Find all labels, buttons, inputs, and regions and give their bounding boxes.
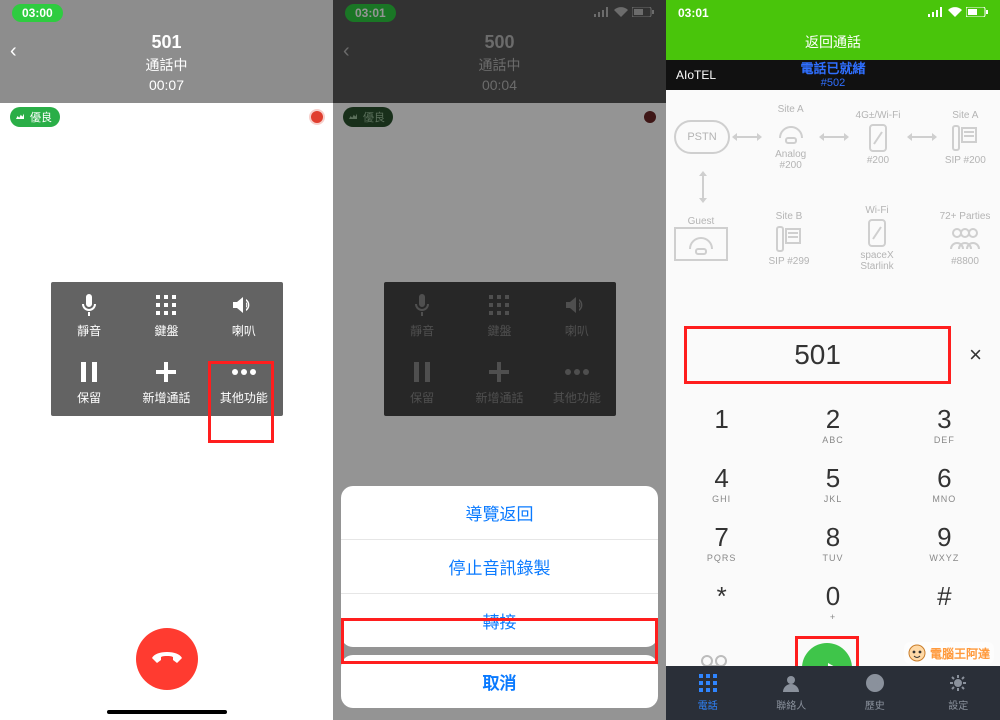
phone-icon xyxy=(764,115,817,149)
call-number: 501 xyxy=(0,32,333,53)
highlight-more xyxy=(208,361,274,443)
key-1[interactable]: 1 xyxy=(666,394,777,453)
record-indicator-icon xyxy=(311,111,323,123)
quality-row: 優良 xyxy=(0,103,333,131)
home-indicator xyxy=(107,710,227,714)
key-6[interactable]: 6MNO xyxy=(889,453,1000,512)
mobile-icon xyxy=(850,216,904,250)
group-icon xyxy=(938,222,992,256)
back-icon[interactable]: ‹ xyxy=(10,40,17,63)
dial-input[interactable]: 501 xyxy=(684,326,951,384)
arrow-icon xyxy=(736,136,758,138)
speaker-label: 喇叭 xyxy=(205,322,282,339)
desk-phone-icon xyxy=(762,222,816,256)
signal-icon xyxy=(928,6,944,20)
history-icon xyxy=(866,674,884,695)
call-duration: 00:07 xyxy=(0,77,333,93)
mute-button[interactable]: 靜音 xyxy=(51,282,128,349)
keypad-button[interactable]: 鍵盤 xyxy=(128,282,205,349)
tab-history[interactable]: 歷史 xyxy=(833,666,917,720)
screen-in-call-1: 03:00 ‹ 501 通話中 00:07 優良 靜音 鍵盤 喇叭 保留 新增通… xyxy=(0,0,333,720)
tab-phone[interactable]: 電話 xyxy=(666,666,750,720)
key-8[interactable]: 8TUV xyxy=(777,512,888,571)
key-9[interactable]: 9WXYZ xyxy=(889,512,1000,571)
call-header: ‹ 501 通話中 00:07 xyxy=(0,26,333,103)
tab-settings[interactable]: 設定 xyxy=(917,666,1000,720)
tab-bar: 電話 聯絡人 歷史 設定 xyxy=(666,666,1000,720)
starlink-node: Wi-FispaceX Starlink xyxy=(850,203,904,272)
screen-dialer: 03:01 返回通話 AIoTEL 電話已就緒 #502 PSTN Site A… xyxy=(666,0,1000,720)
plus-icon xyxy=(128,359,205,385)
status-bar: 03:01 xyxy=(666,0,1000,26)
mute-label: 靜音 xyxy=(51,322,128,339)
wifi-icon xyxy=(948,6,962,20)
mobile-icon xyxy=(851,121,904,155)
clear-button[interactable]: × xyxy=(969,342,982,368)
highlight-transfer xyxy=(341,618,658,664)
pstn-icon: PSTN xyxy=(674,120,730,154)
watermark: 電腦王阿達 xyxy=(904,642,994,664)
add-call-label: 新增通話 xyxy=(128,389,205,406)
mic-icon xyxy=(51,292,128,318)
sheet-nav-back[interactable]: 導覽返回 xyxy=(341,486,658,539)
arrow-icon xyxy=(911,136,933,138)
ready-ext: #502 xyxy=(800,77,865,90)
analog-node: Site AAnalog #200 xyxy=(764,102,817,171)
hold-label: 保留 xyxy=(51,389,128,406)
dial-input-row: 501 × xyxy=(684,326,982,384)
add-call-button[interactable]: 新增通話 xyxy=(128,349,205,416)
status-time: 03:00 xyxy=(12,4,63,22)
key-7[interactable]: 7PQRS xyxy=(666,512,777,571)
tab-contacts[interactable]: 聯絡人 xyxy=(750,666,834,720)
status-icons xyxy=(928,6,988,20)
status-time: 03:01 xyxy=(678,6,709,20)
wifi-node: 4G±/Wi-Fi#200 xyxy=(851,108,904,166)
pause-icon xyxy=(51,359,128,385)
keypad-icon xyxy=(699,674,717,695)
keypad-icon xyxy=(128,292,205,318)
action-sheet: 導覽返回 停止音訊錄製 轉接 取消 xyxy=(341,486,658,708)
hold-button[interactable]: 保留 xyxy=(51,349,128,416)
return-call-bar[interactable]: 返回通話 xyxy=(666,26,1000,60)
hangup-icon xyxy=(152,652,182,666)
key-2[interactable]: 2ABC xyxy=(777,394,888,453)
speaker-icon xyxy=(205,292,282,318)
pstn-node: PSTN xyxy=(674,120,730,154)
quality-badge: 優良 xyxy=(10,107,60,127)
key-5[interactable]: 5JKL xyxy=(777,453,888,512)
desk-phone-icon xyxy=(939,121,992,155)
brand-bar: AIoTEL 電話已就緒 #502 xyxy=(666,60,1000,90)
network-diagram: PSTN Site AAnalog #200 4G±/Wi-Fi#200 Sit… xyxy=(666,90,1000,320)
brand-logo: AIoTEL xyxy=(676,68,716,82)
battery-icon xyxy=(966,6,988,20)
key-0[interactable]: 0+ xyxy=(777,571,888,630)
key-star[interactable]: * xyxy=(666,571,777,630)
screen-action-sheet: 03:01 ‹ 500 通話中 00:04 優良 靜音 鍵盤 喇叭 保留 新增通… xyxy=(333,0,666,720)
guest-node: Guest xyxy=(674,214,728,261)
status-bar: 03:00 xyxy=(0,0,333,26)
phone-icon xyxy=(674,227,728,261)
hangup-button[interactable] xyxy=(136,628,198,690)
person-icon xyxy=(782,674,800,695)
key-4[interactable]: 4GHI xyxy=(666,453,777,512)
siteb-node: Site BSIP #299 xyxy=(762,209,816,267)
phone-ready: 電話已就緒 #502 xyxy=(800,60,865,90)
gear-icon xyxy=(949,674,967,695)
speaker-button[interactable]: 喇叭 xyxy=(205,282,282,349)
desk-node: Site ASIP #200 xyxy=(939,108,992,166)
keypad: 1 2ABC 3DEF 4GHI 5JKL 6MNO 7PQRS 8TUV 9W… xyxy=(666,394,1000,630)
sheet-stop-recording[interactable]: 停止音訊錄製 xyxy=(341,539,658,593)
mascot-icon xyxy=(908,644,926,662)
ready-title: 電話已就緒 xyxy=(800,61,865,77)
parties-node: 72+ Parties#8800 xyxy=(938,209,992,267)
arrow-icon xyxy=(823,136,845,138)
key-3[interactable]: 3DEF xyxy=(889,394,1000,453)
key-hash[interactable]: # xyxy=(889,571,1000,630)
keypad-label: 鍵盤 xyxy=(128,322,205,339)
arrow-icon xyxy=(702,175,704,199)
call-state: 通話中 xyxy=(0,55,333,75)
